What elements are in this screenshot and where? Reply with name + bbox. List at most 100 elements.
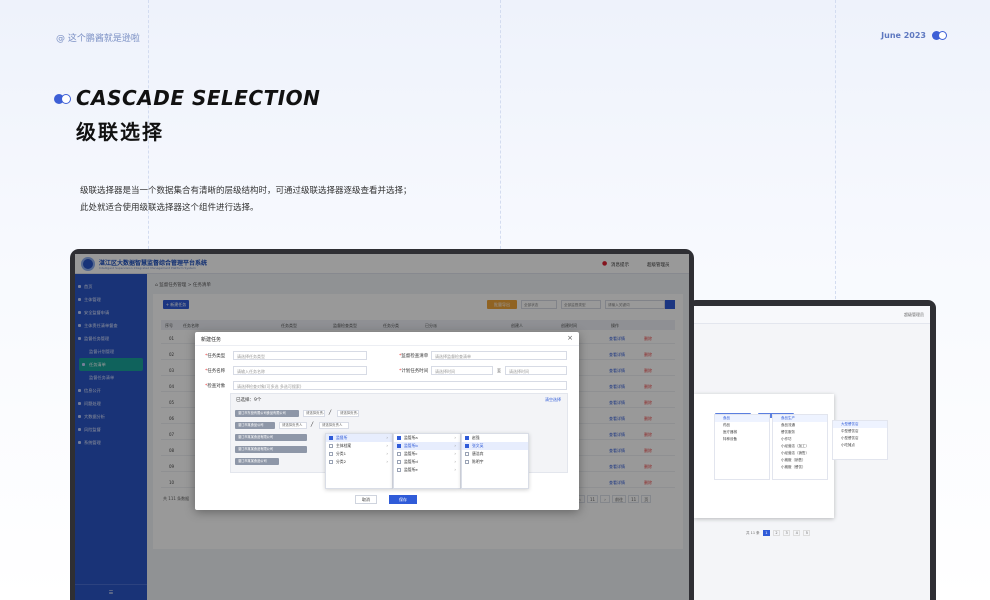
checkbox-icon[interactable] bbox=[465, 451, 469, 456]
checkbox-icon[interactable] bbox=[397, 467, 401, 472]
cascade-option[interactable]: 监管所d › bbox=[394, 458, 460, 466]
save-button[interactable]: 保存 bbox=[389, 495, 417, 504]
dialog-title: 新建任务 bbox=[201, 337, 222, 343]
back-cascade-item[interactable]: 小摊贩（餐饮） bbox=[773, 464, 827, 471]
selected-chip[interactable]: 湛江市东营有限公司食品有限公司 bbox=[235, 410, 299, 417]
back-cascade-col-1[interactable]: 食品 药品 医疗器械 特种设备 bbox=[714, 414, 770, 480]
selected-chip[interactable]: 湛江市某某食品有限公司 bbox=[235, 434, 307, 441]
description: 级联选择器是当一个数据集合有清晰的层级结构时，可通过级联选择器逐级查看并选择； … bbox=[80, 183, 412, 217]
back-cascade-item[interactable]: 小吃摊点 bbox=[833, 442, 887, 449]
cascade-option[interactable]: 主体档案 › bbox=[326, 442, 392, 450]
back-pagination: 共 11 条 1 2 3 4 5 bbox=[746, 530, 812, 537]
front-monitor: 湛江区大数据智慧监督综合管理平台系统 Intelligent Supervisi… bbox=[70, 249, 694, 600]
back-cascade-item[interactable]: 医疗器械 bbox=[715, 429, 769, 436]
cascade-option[interactable]: 监管所c › bbox=[394, 450, 460, 458]
cascade-option-label: 陈明宇 bbox=[472, 459, 484, 464]
back-cascade-item[interactable]: 小经营店（加工） bbox=[773, 443, 827, 450]
checkbox-icon[interactable] bbox=[329, 435, 333, 440]
back-cascade-item[interactable]: 中型餐饮店 bbox=[833, 428, 887, 435]
owner-select[interactable]: 请选择负责人 bbox=[279, 422, 307, 429]
checkbox-icon[interactable] bbox=[465, 459, 469, 464]
end-time-input[interactable]: 请选择时间 bbox=[505, 366, 567, 375]
back-cascade-item[interactable]: 小摊贩（销售） bbox=[773, 457, 827, 464]
back-cascade-item[interactable]: 食品生产 bbox=[773, 415, 827, 422]
cascade-option[interactable]: 监督所 › bbox=[326, 434, 392, 442]
cascade-option-label: 监管所c bbox=[404, 451, 418, 456]
check-object-label-text: 检查对象 bbox=[207, 384, 226, 389]
back-cascade-panel: 食品 药品 医疗器械 特种设备 食品生产 食品流通 餐饮服务 小作坊 小经营店（… bbox=[694, 394, 834, 518]
back-header: 超级管理员 bbox=[694, 306, 930, 324]
selected-chip[interactable]: 湛江市某某食品公司 bbox=[235, 458, 279, 465]
checkbox-icon[interactable] bbox=[465, 435, 469, 440]
task-type-label-text: 任务类型 bbox=[207, 354, 226, 359]
cascade-option-label: 唐浩宾 bbox=[472, 451, 484, 456]
cascade-option[interactable]: 赵强 bbox=[462, 434, 528, 442]
supervise-list-label: *监督检查清单 bbox=[399, 354, 429, 359]
chevron-right-icon: › bbox=[386, 443, 388, 448]
owner-select[interactable]: 请选择负责人 bbox=[319, 422, 349, 429]
checkbox-icon[interactable] bbox=[329, 443, 333, 448]
back-cascade-item[interactable]: 餐饮服务 bbox=[773, 429, 827, 436]
selected-count: 已选择：9个 bbox=[236, 398, 262, 403]
cascade-option[interactable]: 唐浩宾 bbox=[462, 450, 528, 458]
back-cascade-item[interactable]: 小型餐饮店 bbox=[833, 435, 887, 442]
task-type-select[interactable]: 请选择任务类型 bbox=[233, 351, 367, 360]
clear-selection-button[interactable]: 清空选择 bbox=[545, 397, 561, 403]
cascade-option[interactable]: 张文英 bbox=[462, 442, 528, 450]
back-monitor: 超级管理员 食品 药品 医疗器械 特种设备 食品生产 食品流通 餐饮服务 小作坊… bbox=[688, 300, 936, 600]
cascade-option-label: 监管所a bbox=[404, 435, 418, 440]
cascade-option-label: 分类1 bbox=[336, 451, 347, 456]
start-time-input[interactable]: 请选择时间 bbox=[431, 366, 493, 375]
back-cascade-item[interactable]: 小作坊 bbox=[773, 436, 827, 443]
task-name-label: *任务名称 bbox=[205, 369, 226, 374]
checkbox-icon[interactable] bbox=[329, 451, 333, 456]
back-page-button[interactable]: 3 bbox=[783, 530, 791, 536]
checkbox-icon[interactable] bbox=[397, 443, 401, 448]
chevron-right-icon: › bbox=[454, 443, 456, 448]
selected-chip[interactable]: 湛江市某食品公司 bbox=[235, 422, 275, 429]
selected-chip[interactable]: 湛江市某某食品有限公司 bbox=[235, 446, 307, 453]
back-cascade-col-2[interactable]: 食品生产 食品流通 餐饮服务 小作坊 小经营店（加工） 小经营店（销售） 小摊贩… bbox=[772, 414, 828, 480]
title-english: CASCADE SELECTION bbox=[76, 86, 321, 110]
dialog-divider bbox=[195, 345, 579, 346]
back-cascade-col-3[interactable]: 大型餐饮店 中型餐饮店 小型餐饮店 小吃摊点 bbox=[832, 420, 888, 460]
back-cascade-item[interactable]: 食品 bbox=[715, 415, 769, 422]
cascade-option[interactable]: 分类2 › bbox=[326, 458, 392, 466]
back-page-button[interactable]: 4 bbox=[793, 530, 801, 536]
task-type-label: *任务类型 bbox=[205, 354, 226, 359]
back-screen: 超级管理员 食品 药品 医疗器械 特种设备 食品生产 食品流通 餐饮服务 小作坊… bbox=[694, 306, 930, 600]
back-cascade-item[interactable]: 小经营店（销售） bbox=[773, 450, 827, 457]
cascade-option[interactable]: 监管所a › bbox=[394, 434, 460, 442]
owner-select[interactable]: 请选择负责人 bbox=[337, 410, 359, 417]
owner-select[interactable]: 请选择负责人 bbox=[303, 410, 325, 417]
back-cascade-item[interactable]: 食品流通 bbox=[773, 422, 827, 429]
back-body: 食品 药品 医疗器械 特种设备 食品生产 食品流通 餐饮服务 小作坊 小经营店（… bbox=[694, 324, 930, 600]
back-cascade-item[interactable]: 药品 bbox=[715, 422, 769, 429]
back-page-button[interactable]: 1 bbox=[762, 530, 770, 536]
back-table-row bbox=[698, 376, 926, 384]
dots-icon bbox=[932, 31, 948, 40]
checkbox-icon[interactable] bbox=[465, 443, 469, 448]
cascade-option[interactable]: 分类1 › bbox=[326, 450, 392, 458]
close-icon[interactable]: × bbox=[567, 334, 573, 342]
checkbox-icon[interactable] bbox=[329, 459, 333, 464]
cascade-option[interactable]: 陈明宇 bbox=[462, 458, 528, 466]
task-name-input[interactable]: 请输入任务名称 bbox=[233, 366, 367, 375]
new-task-dialog: 新建任务 × *任务类型 请选择任务类型 *监督检查清单 请选择监督检查清单 *… bbox=[195, 332, 579, 510]
cascade-option[interactable]: 监管所e › bbox=[394, 466, 460, 474]
check-object-select[interactable]: 请选择检查对象(可多选 多选可搜索) bbox=[233, 381, 567, 390]
checkbox-icon[interactable] bbox=[397, 435, 401, 440]
cancel-button[interactable]: 取消 bbox=[355, 495, 377, 504]
cascade-option-label: 主体档案 bbox=[336, 443, 352, 448]
checkbox-icon[interactable] bbox=[397, 451, 401, 456]
back-header-user: 超级管理员 bbox=[904, 312, 924, 317]
supervise-list-select[interactable]: 请选择监督检查清单 bbox=[431, 351, 567, 360]
cascade-option[interactable]: 监管所b › bbox=[394, 442, 460, 450]
checkbox-icon[interactable] bbox=[397, 459, 401, 464]
back-cascade-item[interactable]: 大型餐饮店 bbox=[833, 421, 887, 428]
chevron-right-icon: › bbox=[386, 435, 388, 440]
back-page-button[interactable]: 5 bbox=[803, 530, 811, 536]
cascade-option-label: 张文英 bbox=[472, 443, 484, 448]
back-cascade-item[interactable]: 特种设备 bbox=[715, 436, 769, 443]
back-page-button[interactable]: 2 bbox=[772, 530, 780, 536]
